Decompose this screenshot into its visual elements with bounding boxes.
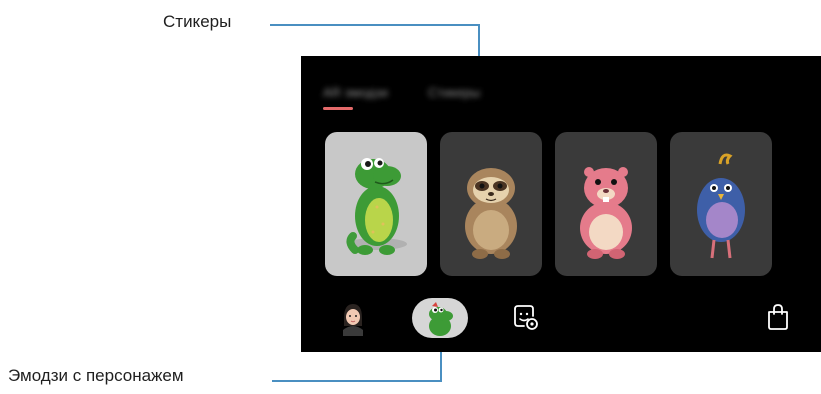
sloth-icon	[465, 168, 517, 259]
beaver-icon	[580, 167, 632, 259]
callout-character-emoji-label: Эмодзи с персонажем	[8, 366, 184, 385]
character-card-blue-bird[interactable]	[670, 132, 772, 276]
character-card-sloth[interactable]	[440, 132, 542, 276]
sticker-settings-icon	[514, 305, 538, 330]
store-button[interactable]	[763, 302, 793, 332]
tab-stickers[interactable]: Стикеры	[428, 85, 480, 100]
bottom-bar	[301, 296, 821, 346]
dinosaur-icon	[346, 158, 407, 255]
my-emoji-avatar-icon	[343, 304, 363, 336]
store-bag-icon	[768, 304, 788, 330]
character-card-dinosaur[interactable]	[325, 132, 427, 276]
emoji-panel-screen: AR эмодзи Стикеры	[301, 56, 821, 352]
character-emoji-button[interactable]	[412, 298, 468, 338]
leader-line-stickers-h	[270, 24, 480, 26]
sticker-settings-button[interactable]	[510, 302, 540, 332]
bird-icon	[697, 153, 745, 259]
my-emoji-avatar-button[interactable]	[335, 300, 371, 336]
tab-ar-emoji[interactable]: AR эмодзи	[323, 85, 388, 100]
character-cards	[325, 132, 772, 276]
figure: Стикеры Эмодзи с персонажем AR эмодзи Ст…	[0, 0, 821, 394]
character-card-pink-beaver[interactable]	[555, 132, 657, 276]
active-tab-indicator	[323, 107, 353, 110]
tab-bar: AR эмодзи Стикеры	[323, 80, 480, 104]
leader-line-emoji-h	[272, 380, 442, 382]
character-emoji-icon	[429, 302, 453, 336]
callout-stickers-label: Стикеры	[163, 12, 232, 31]
